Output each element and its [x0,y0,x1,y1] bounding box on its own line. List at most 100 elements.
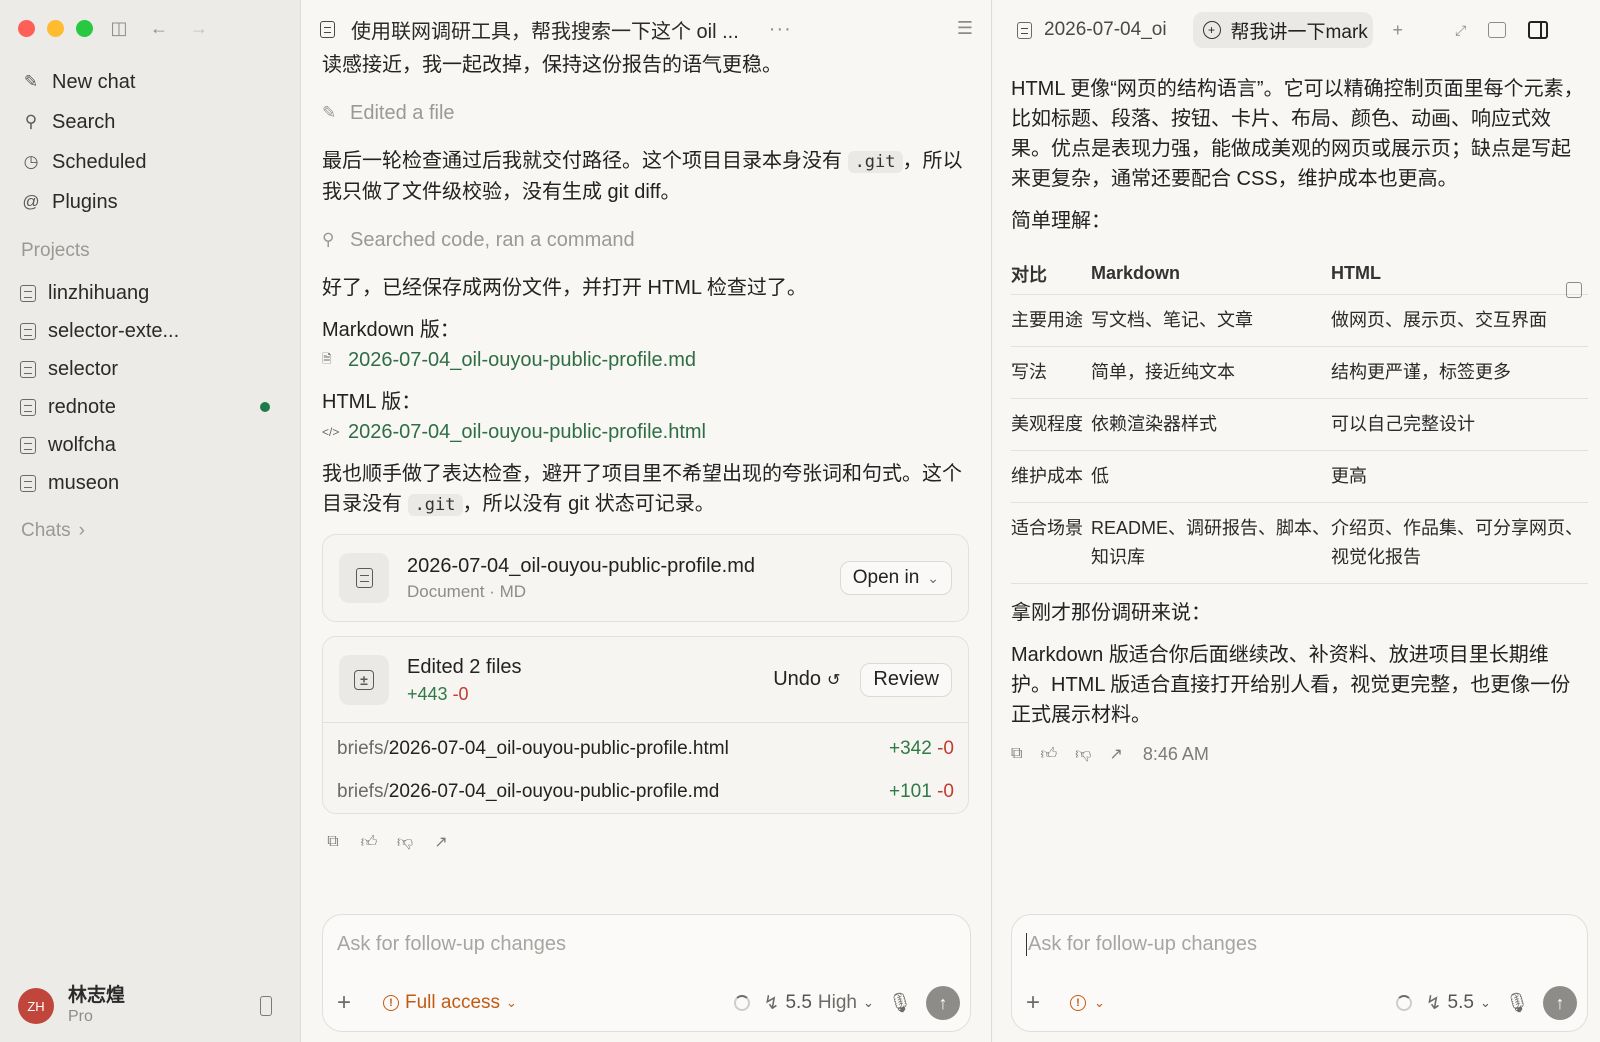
new-chat-button[interactable]: ✎ New chat [20,62,280,102]
project-icon [20,360,36,378]
model-selector[interactable]: ↯ 5.5 High ⌄ [764,992,874,1015]
search-button[interactable]: ⚲ Search [20,102,280,142]
user-plan: Pro [68,1008,93,1025]
bolt-icon: ↯ [1425,992,1442,1014]
sidebar-toggle-icon[interactable]: ◫ [108,16,130,40]
expand-icon[interactable]: ⤢ [1455,22,1466,39]
back-arrow-icon[interactable]: ← [148,16,170,40]
table-cell: 依赖渲染器样式 [1091,398,1331,451]
message-text-part: 我也顺手做了表达检查，避开了项目里不希望出现的夸张词和句式。这个 [322,463,962,485]
copy-table-icon[interactable] [1566,282,1582,298]
open-in-button[interactable]: Open in ⌄ [839,561,952,595]
tab-chat[interactable]: + 帮我讲一下mark [1192,12,1373,48]
table-cell: 简单，接近纯文本 [1091,346,1331,399]
table-cell: 适合场景 [1011,502,1091,584]
activity-edited-file[interactable]: ✎ Edited a file [322,98,969,128]
thumbs-down-icon[interactable]: 👎︎ [1075,745,1091,764]
composer-controls: ↯ 5.5 ⌄ 🎙︎ ↑ [1395,986,1577,1020]
changed-file-name: 2026-07-04_oil-ouyou-public-profile.html [388,737,729,759]
chevron-down-icon: ⌄ [1479,995,1491,1010]
activity-searched-code[interactable]: ⚲ Searched code, ran a command [322,225,969,255]
share-icon[interactable]: ↗ [432,832,450,852]
message-text: 我也顺手做了表达检查，避开了项目里不希望出现的夸张词和句式。这个 目录没有 .g… [322,459,969,520]
minimize-window-button[interactable] [47,20,64,37]
html-file-link[interactable]: </> 2026-07-04_oil-ouyou-public-profile.… [322,417,969,447]
user-profile[interactable]: ZH 林志煌 Pro [18,984,280,1028]
send-button[interactable]: ↑ [926,986,960,1020]
zoom-window-button[interactable] [76,20,93,37]
composer-toolbar: + ! Full access ⌄ ↯ 5.5 High ⌄ 🎙︎ ↑ [337,985,960,1021]
document-icon [339,553,389,603]
add-attachment-button[interactable]: + [1026,989,1050,1017]
close-window-button[interactable] [18,20,35,37]
microphone-icon[interactable]: 🎙︎ [1505,991,1529,1015]
send-button[interactable]: ↑ [1543,986,1577,1020]
changed-file-row[interactable]: briefs/2026-07-04_oil-ouyou-public-profi… [323,770,968,813]
conversation-title[interactable]: 使用联网调研工具，帮我搜索一下这个 oil ... [351,15,739,44]
plugins-button[interactable]: @ Plugins [20,182,280,222]
sidebar: ◫ ← → ✎ New chat ⚲ Search ◷ Scheduled @ … [0,0,301,1042]
thumbs-up-icon[interactable]: 👍︎ [360,833,378,852]
table-cell: 维护成本 [1011,450,1091,503]
table-row: 维护成本 低 更高 [1011,450,1588,503]
copy-icon[interactable]: ⧉ [1011,745,1022,763]
project-label: selector-exte... [48,319,180,342]
search-icon: ⚲ [322,230,335,249]
project-item-rednote[interactable]: rednote [20,388,280,426]
scheduled-button[interactable]: ◷ Scheduled [20,142,280,182]
chats-section-toggle[interactable]: Chats › [21,520,85,542]
message-text-part: ，所以 [902,150,963,172]
message-text: Markdown 版适合你后面继续改、补资料、放进项目里长期维护。HTML 版适… [1011,643,1571,726]
phone-icon[interactable] [260,996,272,1016]
table-cell: 写文档、笔记、文章 [1091,294,1331,347]
side-chat-thread: HTML 更像“网页的结构语言”。它可以精确控制页面里每个元素，比如标题、段落、… [1011,74,1588,765]
message-text: 简单理解： [1011,210,1111,232]
access-level-dropdown[interactable]: ! ⌄ [1070,995,1105,1011]
message-text-part: ，所以没有 git 状态可记录。 [462,493,715,515]
side-composer[interactable]: Ask for follow-up changes + ! ⌄ ↯ 5.5 ⌄ … [1011,914,1588,1032]
side-composer-input[interactable]: Ask for follow-up changes [1026,933,1257,956]
more-options-icon[interactable]: ··· [769,18,792,41]
microphone-icon[interactable]: 🎙︎ [888,991,912,1015]
copy-icon[interactable]: ⧉ [324,833,342,851]
undo-button[interactable]: Undo ↺ [773,668,840,691]
file-card[interactable]: 2026-07-04_oil-ouyou-public-profile.md D… [322,534,969,622]
minimize-panel-icon[interactable] [1488,22,1507,38]
projects-heading: Projects [21,240,90,261]
project-item-museon[interactable]: museon [20,464,280,502]
project-item-selector[interactable]: selector [20,350,280,388]
panel-toggle-icon[interactable] [1528,21,1549,39]
comparison-table: 对比 Markdown HTML 主要用途 写文档、笔记、文章 做网页、展示页、… [1011,254,1588,584]
forward-arrow-icon[interactable]: → [188,16,210,40]
tab-file[interactable]: 2026-07-04_oi [1007,12,1177,48]
changed-file-dir: briefs/ [337,737,389,759]
project-item-wolfcha[interactable]: wolfcha [20,426,280,464]
markdown-file-link[interactable]: 🗎 2026-07-04_oil-ouyou-public-profile.md [322,345,969,375]
add-attachment-button[interactable]: + [337,989,361,1017]
message-text: HTML 更像“网页的结构语言”。它可以精确控制页面里每个元素，比如标题、段落、… [1011,78,1584,190]
share-icon[interactable]: ↗ [1109,744,1122,764]
access-level-dropdown[interactable]: ! Full access ⌄ [383,992,517,1014]
table-header-row: 对比 Markdown HTML [1011,254,1588,295]
lines-added: +101 [889,780,932,802]
thumbs-down-icon[interactable]: 👎︎ [396,833,414,852]
composer[interactable]: Ask for follow-up changes + ! Full acces… [322,914,971,1032]
thumbs-up-icon[interactable]: 👍︎ [1040,745,1057,764]
new-tab-icon[interactable]: + [1393,20,1404,41]
project-item-linzhihuang[interactable]: linzhihuang [20,274,280,312]
changed-file-dir: briefs/ [337,780,389,802]
html-label: HTML 版： [322,391,422,413]
composer-input[interactable]: Ask for follow-up changes [337,933,566,956]
project-item-selector-exte[interactable]: selector-exte... [20,312,280,350]
user-name: 林志煌 [68,985,126,1006]
review-button[interactable]: Review [860,662,952,697]
lines-added: +342 [889,737,932,759]
open-in-label: Open in [852,567,920,588]
comparison-table-wrapper: 对比 Markdown HTML 主要用途 写文档、笔记、文章 做网页、展示页、… [1011,254,1588,584]
changed-file-row[interactable]: briefs/2026-07-04_oil-ouyou-public-profi… [323,727,968,770]
chevron-down-icon: ⌄ [1094,995,1105,1010]
list-icon[interactable]: ☰ [957,18,973,39]
loading-spinner-icon [733,995,750,1011]
composer-toolbar: + ! ⌄ ↯ 5.5 ⌄ 🎙︎ ↑ [1026,985,1577,1021]
model-selector[interactable]: ↯ 5.5 ⌄ [1426,992,1491,1015]
